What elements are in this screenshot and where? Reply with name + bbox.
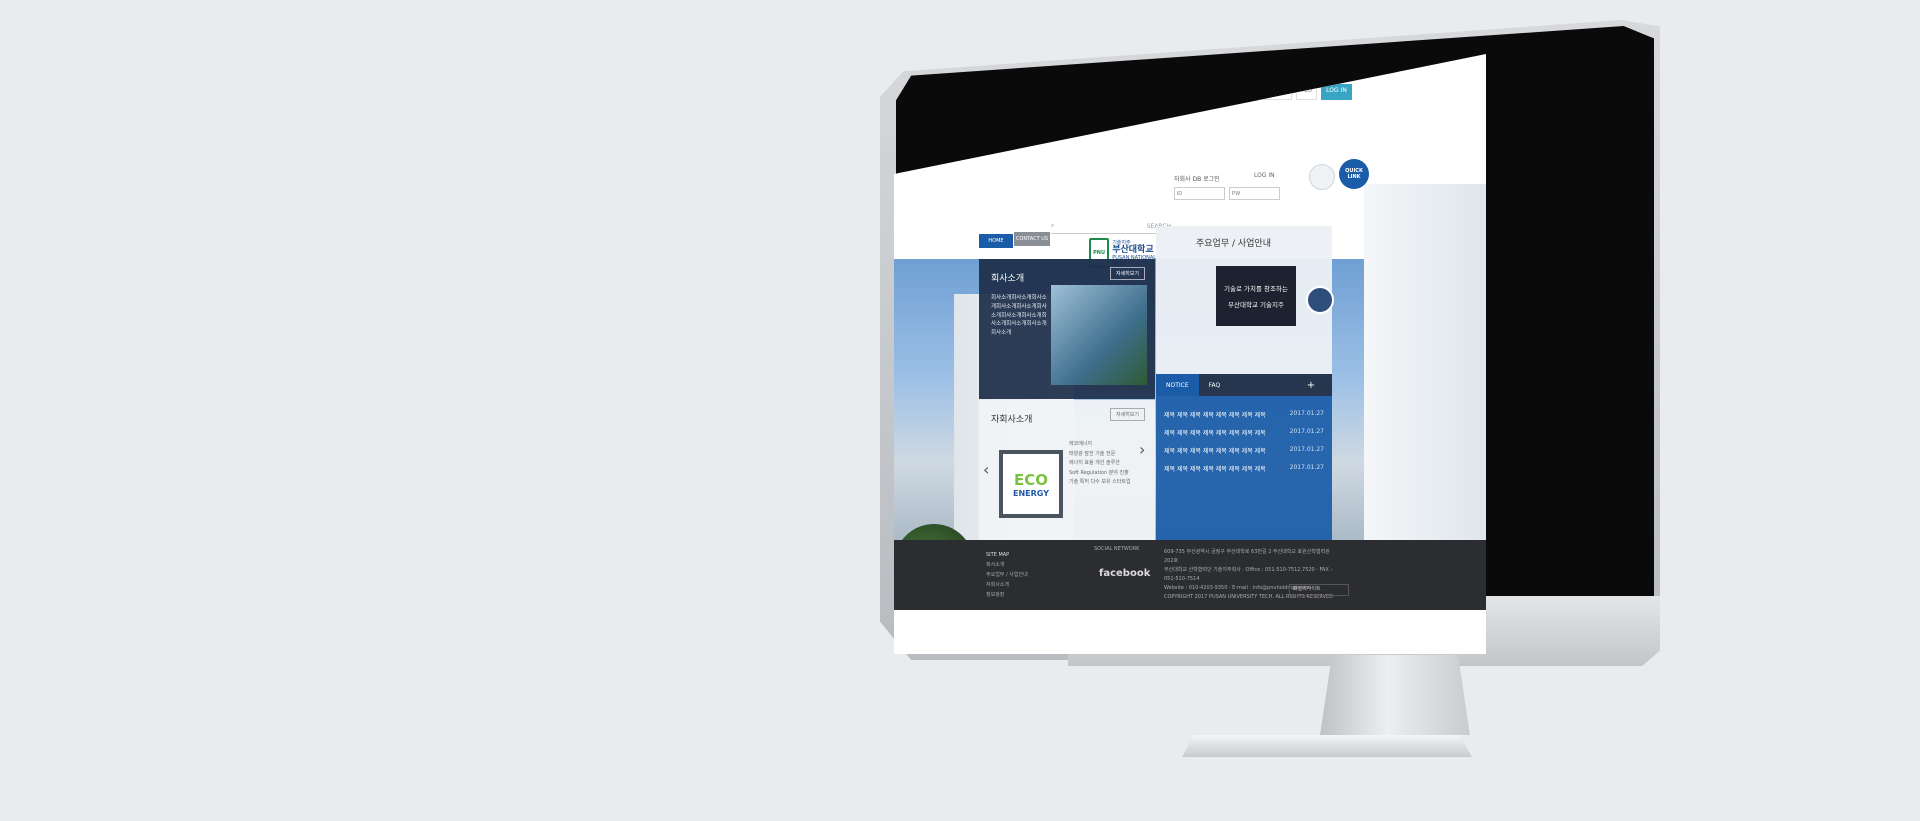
- family-site-select[interactable]: 패밀리사이트: [1289, 584, 1349, 596]
- tab-faq[interactable]: FAQ: [1198, 374, 1290, 396]
- affiliate-list-item: 에코에너지: [1069, 441, 1093, 447]
- password-field[interactable]: [1229, 187, 1280, 200]
- search-icon[interactable]: ⌕: [1051, 222, 1054, 230]
- sitemap-title: SITE MAP: [986, 552, 1010, 558]
- notice-date: 2017.01.27: [1289, 464, 1324, 471]
- background-building-right: [1364, 184, 1486, 564]
- sitemap-item[interactable]: 주요업무 / 사업안내: [986, 570, 1028, 580]
- company-more-button[interactable]: 자세히보기: [1109, 267, 1145, 280]
- top-login-button[interactable]: LOG IN: [1321, 84, 1352, 100]
- affiliate-list: 에코에너지 태양광 발전 기술 전문 에너지 효율 개선 솔루션 Soft Re…: [1069, 440, 1131, 488]
- monitor-stand-base: [1182, 735, 1472, 757]
- screen: 산학협력단 TLO LOG IN 자회사 DB 로그인 LOG IN QUICK…: [894, 54, 1486, 654]
- notice-date: 2017.01.27: [1289, 410, 1324, 417]
- quick-link-button[interactable]: QUICK LINK: [1339, 159, 1369, 189]
- next-arrow-icon[interactable]: ›: [1139, 440, 1145, 459]
- map-link[interactable]: 산학협력단: [1254, 84, 1292, 100]
- tab-notice[interactable]: NOTICE: [1156, 374, 1199, 396]
- business-line2: 부산대학교 기술지주: [1228, 301, 1284, 309]
- home-button[interactable]: HOME: [979, 234, 1013, 248]
- monitor-stand: [1320, 655, 1470, 735]
- sitemap-item[interactable]: 회사소개: [986, 560, 1028, 570]
- notice-title: 제목 제목 제목 제목 제목 제목 제목 제목: [1164, 412, 1266, 419]
- list-item[interactable]: 제목 제목 제목 제목 제목 제목 제목 제목 2017.01.27: [1164, 428, 1324, 437]
- top-utility-bar: 산학협력단 TLO LOG IN: [1254, 84, 1352, 100]
- affiliate-list-item: Soft Regulation 분야 진출: [1069, 469, 1129, 476]
- notice-title: 제목 제목 제목 제목 제목 제목 제목 제목: [1164, 448, 1266, 455]
- business-title: 주요업무 / 사업안내: [1196, 239, 1271, 249]
- list-item[interactable]: 제목 제목 제목 제목 제목 제목 제목 제목 2017.01.27: [1164, 446, 1324, 455]
- company-building-image: [1051, 285, 1147, 385]
- notice-date: 2017.01.27: [1289, 428, 1324, 435]
- chart-icon[interactable]: [1306, 286, 1334, 314]
- affiliate-list-item: 기술 특허 다수 보유 스타트업: [1069, 479, 1131, 485]
- notice-panel: NOTICE FAQ + 제목 제목 제목 제목 제목 제목 제목 제목 2017…: [1156, 374, 1332, 550]
- notice-list: 제목 제목 제목 제목 제목 제목 제목 제목 2017.01.27 제목 제목 …: [1164, 410, 1332, 473]
- company-text: 회사소개회사소개회사소개회사소개회사소개회사소개회사소개회사소개회사소개회사소개…: [991, 295, 1047, 337]
- business-panel: 주요업무 / 사업안내 기술로 가치를 창조하는 부산대학교 기술지주: [1156, 226, 1334, 396]
- notice-title: 제목 제목 제목 제목 제목 제목 제목 제목: [1164, 430, 1266, 437]
- affiliate-more-button[interactable]: 자세히보기: [1109, 408, 1145, 421]
- footer-sitemap: SITE MAP 회사소개 주요업무 / 사업안내 자회사소개 정보광장: [986, 550, 1028, 600]
- company-panel: 회사소개 자세히보기 회사소개회사소개회사소개회사소개회사소개회사소개회사소개회…: [979, 259, 1155, 399]
- affiliate-list-item: 에너지 효율 개선 솔루션: [1069, 460, 1120, 466]
- footer-contact: 부산대학교 산학협력단 기술지주회사 · Office : 051-510-75…: [1164, 567, 1333, 582]
- board-tabs: NOTICE FAQ +: [1156, 374, 1332, 396]
- affiliate-panel: 자회사소개 자세히보기 ECO ENERGY 에코에너지 태양광 발전 기술 전…: [979, 400, 1155, 550]
- list-item[interactable]: 제목 제목 제목 제목 제목 제목 제목 제목 2017.01.27: [1164, 464, 1324, 473]
- affiliate-list-item: 태양광 발전 기술 전문: [1069, 450, 1116, 457]
- tlo-link[interactable]: TLO: [1295, 84, 1318, 100]
- board-more-button[interactable]: +: [1290, 374, 1332, 396]
- search-bar: ⌕ SEARCH: [1051, 219, 1171, 234]
- avatar: [1309, 164, 1335, 190]
- sitemap-item[interactable]: 자회사소개: [986, 580, 1028, 590]
- business-banner: 기술로 가치를 창조하는 부산대학교 기술지주: [1216, 266, 1296, 326]
- notice-title: 제목 제목 제목 제목 제목 제목 제목 제목: [1164, 466, 1266, 473]
- eco-energy-logo: ECO ENERGY: [999, 450, 1063, 518]
- energy-logo-text: ENERGY: [1013, 488, 1049, 498]
- logo-name: 부산대학교: [1112, 245, 1154, 255]
- list-item[interactable]: 제목 제목 제목 제목 제목 제목 제목 제목 2017.01.27: [1164, 410, 1324, 419]
- footer: SITE MAP 회사소개 주요업무 / 사업안내 자회사소개 정보광장 SOC…: [894, 540, 1486, 610]
- sitemap-item[interactable]: 정보광장: [986, 590, 1028, 600]
- social-network-label: SOCIAL NETWORK: [1094, 546, 1140, 552]
- contact-button[interactable]: CONTACT US: [1014, 232, 1050, 246]
- id-field[interactable]: [1174, 187, 1225, 200]
- business-line1: 기술로 가치를 창조하는: [1224, 285, 1288, 293]
- footer-address: 609-735 부산광역시 금정구 부산대학로 63번길 2 부산대학교 효원산…: [1164, 549, 1330, 564]
- search-input[interactable]: [1058, 222, 1143, 230]
- member-login-button[interactable]: LOG IN: [1254, 172, 1275, 179]
- website: 산학협력단 TLO LOG IN 자회사 DB 로그인 LOG IN QUICK…: [894, 54, 1486, 654]
- notice-date: 2017.01.27: [1289, 446, 1324, 453]
- facebook-link[interactable]: facebook: [1099, 568, 1150, 579]
- prev-arrow-icon[interactable]: ‹: [983, 460, 989, 479]
- eco-logo-text: ECO: [1013, 470, 1048, 489]
